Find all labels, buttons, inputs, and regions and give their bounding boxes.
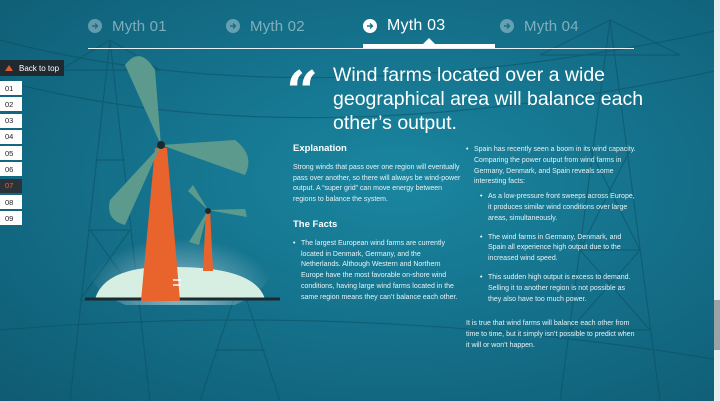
tab-myth-04[interactable]: Myth 04 [500,12,579,40]
tab-myth-02[interactable]: Myth 02 [226,12,305,40]
back-to-top-label: Back to top [19,63,60,73]
quote-mark-icon: “ [286,59,319,125]
fact-bullet: The largest European wind farms are curr… [293,239,461,304]
myth-tab-bar: Myth 01 Myth 02 Myth 03 Myth 04 [88,0,634,50]
arrow-right-icon [226,19,240,33]
page-link-04[interactable]: 04 [0,129,22,144]
page-link-07[interactable]: 07 [0,178,22,193]
explanation-text: Strong winds that pass over one region w… [293,163,461,204]
explanation-column: Explanation Strong winds that pass over … [293,143,461,304]
tab-label: Myth 04 [524,17,579,35]
facts-closing-text: It is true that wind farms will balance … [466,320,635,349]
arrow-up-icon [5,65,13,71]
arrow-right-icon [363,19,377,33]
tab-label: Myth 02 [250,17,305,35]
arrow-right-icon [88,19,102,33]
back-to-top-button[interactable]: Back to top [0,60,64,76]
fact-sub-bullet: The wind farms in Germany, Denmark, and … [480,233,638,265]
page-link-09[interactable]: 09 [0,211,22,226]
page-scrollbar[interactable] [714,0,720,401]
page-link-01[interactable]: 01 [0,81,22,95]
explanation-heading: Explanation [293,143,347,154]
page-link-03[interactable]: 03 [0,113,22,128]
fact-sub-bullet: This sudden high output is excess to dem… [480,273,638,305]
page-link-08[interactable]: 08 [0,195,22,210]
page-link-02[interactable]: 02 [0,97,22,112]
arrow-right-icon [500,19,514,33]
scrollbar-thumb[interactable] [714,300,720,350]
myth-headline: Wind farms located over a wide geographi… [333,64,644,134]
page-link-06[interactable]: 06 [0,162,22,177]
tab-label: Myth 03 [387,17,446,34]
facts-column: Spain has recently seen a boom in its wi… [466,145,638,352]
page-link-05[interactable]: 05 [0,146,22,161]
wind-turbine-illustration [85,56,280,305]
page-index: 01 02 03 04 05 06 07 08 09 [0,81,22,228]
fact-sub-bullet: As a low-pressure front sweeps across Eu… [480,192,638,224]
tab-myth-01[interactable]: Myth 01 [88,12,167,40]
fact-bullet: Spain has recently seen a boom in its wi… [466,145,638,188]
facts-heading: The Facts [293,218,338,230]
tab-myth-03[interactable]: Myth 03 [363,12,445,40]
tab-label: Myth 01 [112,17,167,35]
